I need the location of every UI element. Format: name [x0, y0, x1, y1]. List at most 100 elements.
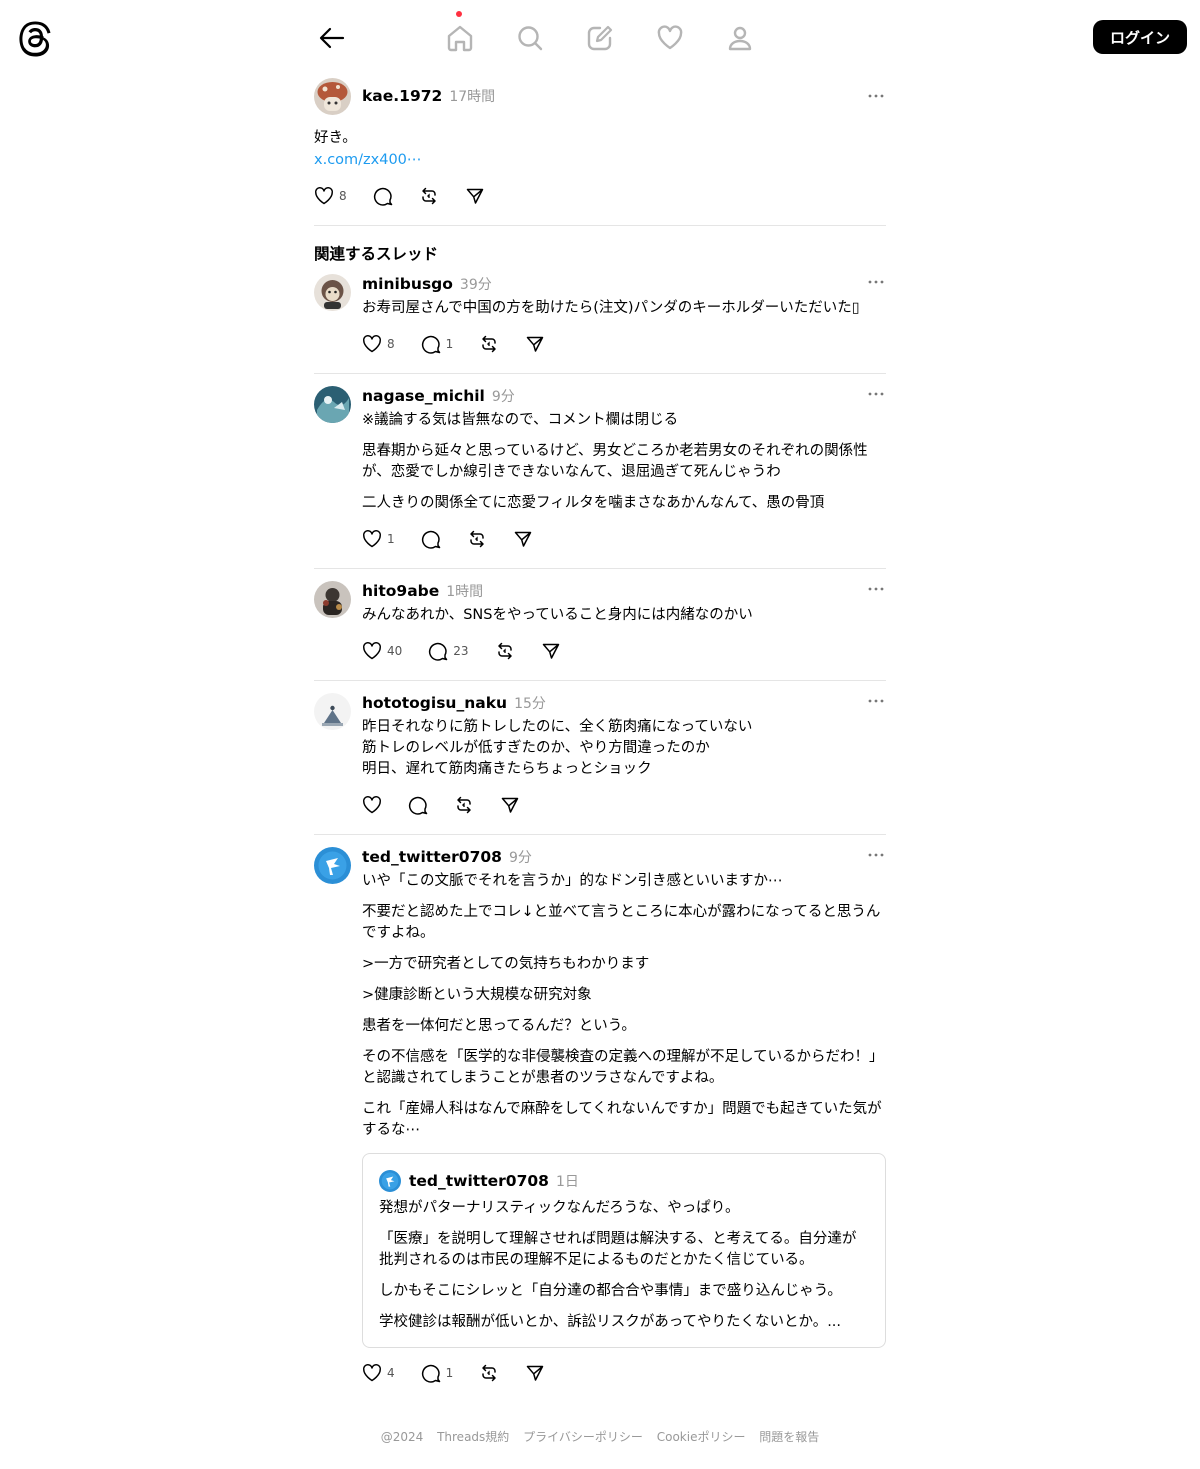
more-options-icon[interactable]: [868, 88, 884, 104]
repost-icon: [497, 642, 512, 660]
reply-button[interactable]: 1: [421, 334, 454, 354]
reply-icon: [421, 530, 440, 549]
search-icon[interactable]: [512, 20, 548, 56]
thread-item[interactable]: nagase_michil 9分 ※議論する気は皆無なので、コメント欄は閉じる思…: [314, 374, 886, 569]
share-button[interactable]: [541, 641, 561, 661]
thread-username[interactable]: minibusgo: [362, 275, 453, 293]
like-icon: [363, 335, 381, 353]
share-button[interactable]: [525, 1363, 545, 1383]
footer-privacy-link[interactable]: プライバシーポリシー: [523, 1430, 643, 1444]
thread-text: ※議論する気は皆無なので、コメント欄は閉じる: [362, 412, 679, 428]
like-icon: [363, 642, 381, 660]
avatar[interactable]: [314, 77, 351, 115]
thread-actions: 4 1: [362, 1360, 886, 1386]
repost-button[interactable]: [467, 529, 487, 549]
quoted-text: 学校健診は報酬が低いとか、訴訟リスクがあってやりたくないとか。...: [379, 1314, 842, 1330]
reply-count: 23: [453, 644, 469, 658]
reply-icon: [429, 642, 448, 661]
repost-button[interactable]: [419, 186, 439, 206]
thread-text: 二人きりの関係全てに恋愛フィルタを噛まさなあかんなんて、愚の骨頂: [362, 495, 825, 511]
quoted-text: しかもそこにシレッと「自分達の都合合や事情」まで盛り込んじゃう。: [379, 1283, 842, 1299]
thread-time[interactable]: 1時間: [446, 581, 483, 601]
thread-text: いや「この文脈でそれを言うか」的なドン引き感といいますか⋯: [362, 873, 783, 889]
repost-icon: [482, 1364, 497, 1382]
back-arrow-icon[interactable]: [316, 22, 348, 54]
avatar[interactable]: [314, 847, 351, 884]
thread-item[interactable]: hito9abe 1時間 みんなあれか、SNSをやっていること身内には内緒なのか…: [314, 569, 886, 681]
thread-username[interactable]: nagase_michil: [362, 387, 485, 405]
footer-report-link[interactable]: 問題を報告: [759, 1430, 819, 1444]
compose-icon[interactable]: [582, 20, 618, 56]
more-options-icon[interactable]: [868, 693, 884, 709]
reply-button[interactable]: 23: [428, 641, 469, 661]
thread-text: これ「産婦人科はなんで麻酔をしてくれないんですか」問題でも起きていた気がするな⋯: [362, 1101, 882, 1138]
reply-icon: [408, 796, 428, 815]
like-button[interactable]: 40: [362, 641, 402, 661]
share-button[interactable]: [500, 795, 520, 815]
post-time[interactable]: 17時間: [449, 86, 495, 106]
repost-button[interactable]: [479, 1363, 499, 1383]
thread-actions: [362, 792, 886, 818]
reply-icon: [421, 1364, 440, 1383]
share-button[interactable]: [465, 186, 485, 206]
thread-text: >一方で研究者としての気持ちもわかります: [362, 956, 650, 972]
repost-icon: [421, 187, 436, 205]
more-options-icon[interactable]: [868, 386, 884, 402]
thread-item[interactable]: ted_twitter0708 9分 いや「この文脈でそれを言うか」的なドン引き…: [314, 835, 886, 1402]
thread-username[interactable]: hito9abe: [362, 582, 439, 600]
avatar[interactable]: [314, 693, 351, 730]
home-icon[interactable]: [442, 20, 478, 56]
reply-count: 1: [445, 1366, 454, 1380]
footer-cookie-link[interactable]: Cookieポリシー: [657, 1430, 746, 1444]
share-button[interactable]: [513, 529, 533, 549]
footer-terms-link[interactable]: Threads規約: [437, 1430, 509, 1444]
quoted-post[interactable]: ted_twitter0708 1日 発想がパターナリスティックなんだろうな、や…: [362, 1153, 886, 1348]
avatar[interactable]: [314, 581, 351, 618]
post-link[interactable]: x.com/zx400⋯: [314, 150, 421, 171]
more-options-icon[interactable]: [868, 847, 884, 863]
avatar[interactable]: [314, 274, 351, 311]
post-username[interactable]: kae.1972: [362, 87, 442, 105]
share-button[interactable]: [525, 334, 545, 354]
thread-username[interactable]: hototogisu_naku: [362, 694, 507, 712]
quoted-text: 発想がパターナリスティックなんだろうな、やっぱり。: [379, 1200, 740, 1216]
repost-button[interactable]: [454, 795, 474, 815]
post-actions: 8: [314, 183, 886, 209]
profile-icon[interactable]: [722, 20, 758, 56]
reply-button[interactable]: [408, 795, 428, 815]
thread-text: 患者を一体何だと思ってるんだ？という。: [362, 1018, 636, 1034]
threads-logo[interactable]: [18, 19, 52, 57]
thread-text: みんなあれか、SNSをやっていること身内には内緒なのかい: [362, 607, 753, 623]
thread-username[interactable]: ted_twitter0708: [362, 848, 502, 866]
reply-button[interactable]: [373, 186, 393, 206]
thread-text: 昨日それなりに筋トレしたのに、全く筋肉痛になっていない: [362, 719, 753, 735]
thread-time[interactable]: 39分: [460, 274, 492, 294]
quoted-username[interactable]: ted_twitter0708: [409, 1172, 549, 1190]
thread-time[interactable]: 15分: [514, 693, 546, 713]
reply-count: 1: [445, 337, 454, 351]
avatar[interactable]: [379, 1170, 401, 1192]
quoted-time[interactable]: 1日: [556, 1171, 579, 1191]
like-button[interactable]: 1: [362, 529, 395, 549]
like-icon: [315, 187, 333, 205]
thread-time[interactable]: 9分: [509, 847, 532, 867]
like-count: 8: [387, 337, 395, 351]
thread-item[interactable]: minibusgo 39分 お寿司屋さんで中国の方を助けたら(注文)パンダのキー…: [314, 262, 886, 374]
repost-button[interactable]: [495, 641, 515, 661]
login-button[interactable]: ログイン: [1093, 20, 1187, 54]
more-options-icon[interactable]: [868, 274, 884, 290]
like-button[interactable]: 8: [314, 186, 347, 206]
thread-time[interactable]: 9分: [492, 386, 515, 406]
heart-icon[interactable]: [652, 20, 688, 56]
like-button[interactable]: 4: [362, 1363, 395, 1383]
related-threads-heading: 関連するスレッド: [314, 245, 439, 263]
repost-button[interactable]: [479, 334, 499, 354]
like-button[interactable]: [362, 795, 382, 815]
reply-button[interactable]: 1: [421, 1363, 454, 1383]
more-options-icon[interactable]: [868, 581, 884, 597]
avatar[interactable]: [314, 386, 351, 423]
like-button[interactable]: 8: [362, 334, 395, 354]
like-count: 1: [387, 532, 395, 546]
reply-button[interactable]: [421, 529, 441, 549]
thread-item[interactable]: hototogisu_naku 15分 昨日それなりに筋トレしたのに、全く筋肉痛…: [314, 681, 886, 835]
